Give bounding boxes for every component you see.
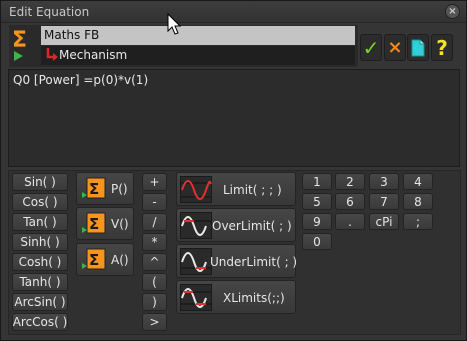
open-paren-button[interactable]: ( bbox=[142, 273, 167, 291]
v-function-button[interactable]: Σ V() bbox=[76, 207, 134, 240]
key-4[interactable]: 4 bbox=[403, 173, 433, 190]
sigma-icon: Σ bbox=[82, 177, 106, 199]
mouse-pointer-icon bbox=[167, 13, 181, 35]
key-1[interactable]: 1 bbox=[302, 173, 332, 190]
new-document-button[interactable] bbox=[407, 34, 429, 61]
sigma-function-block-icon: Σ bbox=[12, 28, 27, 61]
key-0[interactable]: 0 bbox=[302, 233, 332, 250]
xlimits-button[interactable]: XLimits(;;) bbox=[176, 280, 296, 314]
underlimit-button[interactable]: UnderLimit( ; ) bbox=[176, 244, 298, 278]
sinh-button[interactable]: Sinh( ) bbox=[12, 233, 68, 251]
svg-text:Σ: Σ bbox=[89, 180, 99, 198]
turn-arrow-icon bbox=[46, 48, 58, 61]
close-paren-button[interactable]: ) bbox=[142, 293, 167, 311]
overlimit-button[interactable]: OverLimit( ; ) bbox=[176, 208, 296, 242]
key-6[interactable]: 6 bbox=[335, 193, 365, 210]
cancel-button[interactable]: × bbox=[384, 34, 406, 61]
key-cpi[interactable]: cPi bbox=[369, 213, 399, 230]
key-7[interactable]: 7 bbox=[369, 193, 399, 210]
key-semicolon[interactable]: ; bbox=[403, 213, 433, 230]
underlimit-label: UnderLimit( ; ) bbox=[210, 255, 298, 269]
divide-button[interactable]: / bbox=[142, 213, 167, 231]
power-button[interactable]: ^ bbox=[142, 253, 167, 271]
underlimit-wave-icon bbox=[180, 248, 212, 275]
key-9[interactable]: 9 bbox=[302, 213, 332, 230]
xlimits-wave-icon bbox=[180, 284, 212, 311]
svg-text:Σ: Σ bbox=[89, 251, 99, 269]
limit-wave-icon bbox=[180, 176, 212, 203]
svg-text:Σ: Σ bbox=[89, 215, 99, 233]
help-button[interactable]: ? bbox=[431, 34, 453, 61]
svg-text:Σ: Σ bbox=[12, 28, 27, 53]
mechanism-row[interactable]: Mechanism bbox=[41, 46, 355, 65]
key-3[interactable]: 3 bbox=[369, 173, 399, 190]
new-document-icon bbox=[411, 39, 425, 56]
cosh-button[interactable]: Cosh( ) bbox=[12, 253, 68, 271]
sigma-icon: Σ bbox=[82, 212, 106, 234]
sin-button[interactable]: Sin( ) bbox=[12, 173, 68, 191]
v-function-label: V() bbox=[111, 217, 129, 231]
a-function-button[interactable]: Σ A() bbox=[76, 243, 134, 276]
edit-equation-window: Edit Equation × Σ Maths FB Mechanism ✓ ×… bbox=[0, 0, 467, 341]
sigma-icon: Σ bbox=[82, 248, 106, 270]
minus-button[interactable]: - bbox=[142, 193, 167, 211]
equation-text: Q0 [Power] =p(0)*v(1) bbox=[13, 73, 149, 87]
window-close-button[interactable]: × bbox=[445, 4, 460, 19]
arcsin-button[interactable]: ArcSin( ) bbox=[12, 293, 68, 311]
xlimits-label: XLimits(;;) bbox=[223, 291, 285, 305]
limit-button[interactable]: Limit( ; ; ) bbox=[176, 172, 296, 206]
overlimit-label: OverLimit( ; ) bbox=[212, 219, 292, 233]
key-decimal[interactable]: . bbox=[335, 213, 365, 230]
multiply-button[interactable]: * bbox=[142, 233, 167, 251]
p-function-label: P() bbox=[111, 182, 128, 196]
key-8[interactable]: 8 bbox=[403, 193, 433, 210]
cos-button[interactable]: Cos( ) bbox=[12, 193, 68, 211]
equation-editor[interactable]: Q0 [Power] =p(0)*v(1) bbox=[8, 69, 460, 167]
key-2[interactable]: 2 bbox=[335, 173, 365, 190]
ok-button[interactable]: ✓ bbox=[360, 34, 382, 61]
arccos-button[interactable]: ArcCos( ) bbox=[12, 313, 68, 331]
tan-button[interactable]: Tan( ) bbox=[12, 213, 68, 231]
window-title: Edit Equation bbox=[9, 5, 90, 19]
key-5[interactable]: 5 bbox=[302, 193, 332, 210]
overlimit-wave-icon bbox=[180, 212, 212, 239]
mechanism-label: Mechanism bbox=[59, 48, 128, 62]
plus-button[interactable]: + bbox=[142, 173, 167, 191]
function-block-name[interactable]: Maths FB bbox=[41, 26, 355, 45]
p-function-button[interactable]: Σ P() bbox=[76, 172, 134, 205]
a-function-label: A() bbox=[111, 253, 129, 267]
title-bar[interactable]: Edit Equation × bbox=[1, 1, 466, 23]
limit-label: Limit( ; ; ) bbox=[223, 183, 282, 197]
tanh-button[interactable]: Tanh( ) bbox=[12, 273, 68, 291]
greater-than-button[interactable]: > bbox=[142, 313, 167, 331]
